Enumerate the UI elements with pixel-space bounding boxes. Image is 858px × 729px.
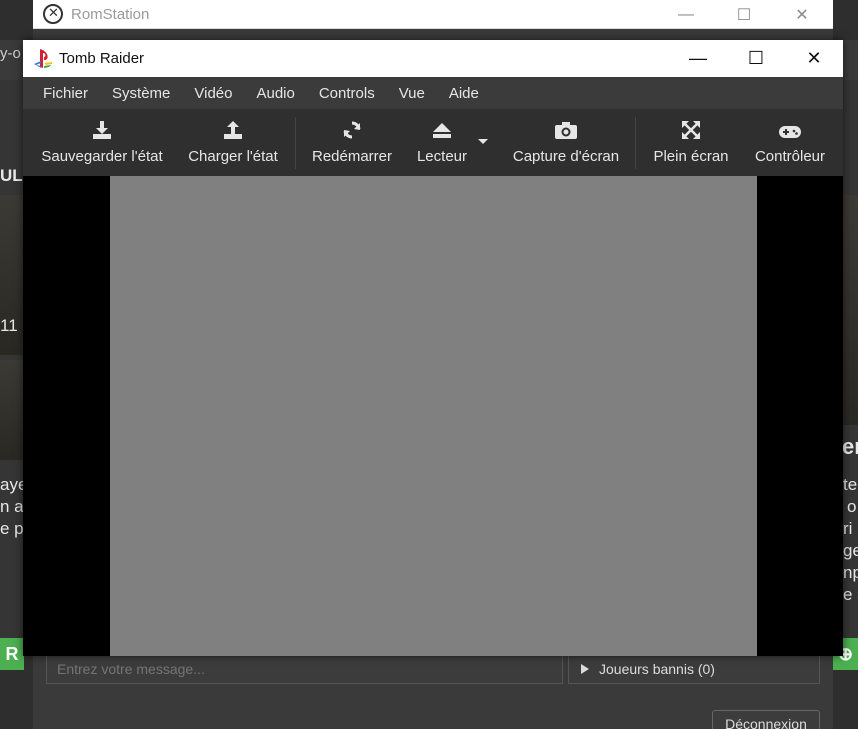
screenshot-label: Capture d'écran: [512, 148, 620, 165]
emulator-menubar: Fichier Système Vidéo Audio Controls Vue…: [23, 77, 843, 109]
emulator-title: Tomb Raider: [59, 50, 145, 67]
emulator-titlebar: Tomb Raider — ☐ ✕: [23, 40, 843, 77]
save-state-button[interactable]: Sauvegarder l'état: [41, 109, 163, 176]
player-button[interactable]: Lecteur: [411, 109, 473, 176]
emulator-maximize-button[interactable]: ☐: [727, 40, 785, 77]
romstation-logo-icon: [43, 4, 63, 24]
menu-video[interactable]: Vidéo: [182, 77, 244, 109]
background-text-right: ri: [843, 519, 853, 538]
upload-icon: [223, 109, 243, 143]
emulator-minimize-button[interactable]: —: [669, 40, 727, 77]
romstation-title: RomStation: [71, 5, 150, 23]
emulator-window: Tomb Raider — ☐ ✕ Fichier Système Vidéo …: [23, 40, 843, 656]
menu-vue[interactable]: Vue: [387, 77, 437, 109]
romstation-maximize-button[interactable]: ☐: [721, 0, 767, 29]
restart-button[interactable]: Redémarrer: [310, 109, 394, 176]
background-text-right: e a: [843, 585, 858, 604]
save-state-label: Sauvegarder l'état: [41, 148, 163, 165]
romstation-close-button[interactable]: ✕: [779, 0, 825, 29]
controller-button[interactable]: Contrôleur: [749, 109, 831, 176]
player-label: Lecteur: [416, 148, 468, 165]
background-green-button-left[interactable]: R: [0, 638, 24, 670]
controller-label: Contrôleur: [754, 148, 826, 165]
playstation-logo-icon: [33, 48, 53, 70]
background-url-fragment: y-o: [0, 45, 21, 62]
gamepad-icon: [779, 109, 801, 143]
menu-aide[interactable]: Aide: [437, 77, 491, 109]
background-text-right: te: [843, 475, 858, 494]
restart-label: Redémarrer: [311, 148, 393, 165]
menu-systeme[interactable]: Système: [100, 77, 182, 109]
background-text-left: 11: [0, 316, 18, 335]
screenshot-button[interactable]: Capture d'écran: [511, 109, 621, 176]
game-screen[interactable]: [110, 176, 757, 656]
background-text-right: o: [847, 497, 857, 516]
background-text-right: ge: [843, 541, 858, 560]
background-text-right: np: [843, 563, 858, 582]
menu-controls[interactable]: Controls: [307, 77, 387, 109]
chat-message-input[interactable]: [46, 654, 563, 684]
expand-triangle-icon: [581, 664, 589, 674]
background-text-left: n a: [0, 497, 24, 516]
romstation-minimize-button[interactable]: —: [663, 0, 709, 29]
game-viewport[interactable]: [23, 176, 843, 656]
emulator-toolbar: Sauvegarder l'état Charger l'état Redéma…: [23, 109, 843, 176]
romstation-titlebar: RomStation — ☐ ✕: [33, 0, 833, 29]
load-state-label: Charger l'état: [188, 148, 278, 165]
camera-icon: [555, 109, 577, 143]
toolbar-separator: [295, 117, 296, 169]
fullscreen-icon: [682, 109, 700, 143]
eject-icon: [433, 109, 451, 143]
fullscreen-label: Plein écran: [653, 148, 729, 165]
banned-players-label: Joueurs bannis (0): [599, 661, 715, 677]
refresh-icon: [343, 109, 361, 143]
fullscreen-button[interactable]: Plein écran: [651, 109, 731, 176]
background-heading-right: er: [842, 434, 858, 459]
menu-fichier[interactable]: Fichier: [31, 77, 100, 109]
menu-audio[interactable]: Audio: [244, 77, 306, 109]
banned-players-toggle[interactable]: Joueurs bannis (0): [568, 654, 820, 684]
disconnect-button[interactable]: Déconnexion: [712, 710, 820, 729]
load-state-button[interactable]: Charger l'état: [186, 109, 280, 176]
emulator-close-button[interactable]: ✕: [785, 40, 843, 77]
download-icon: [92, 109, 112, 143]
player-dropdown-caret-icon[interactable]: [478, 139, 488, 144]
toolbar-separator: [635, 117, 636, 169]
background-text-left: e p: [0, 519, 24, 538]
